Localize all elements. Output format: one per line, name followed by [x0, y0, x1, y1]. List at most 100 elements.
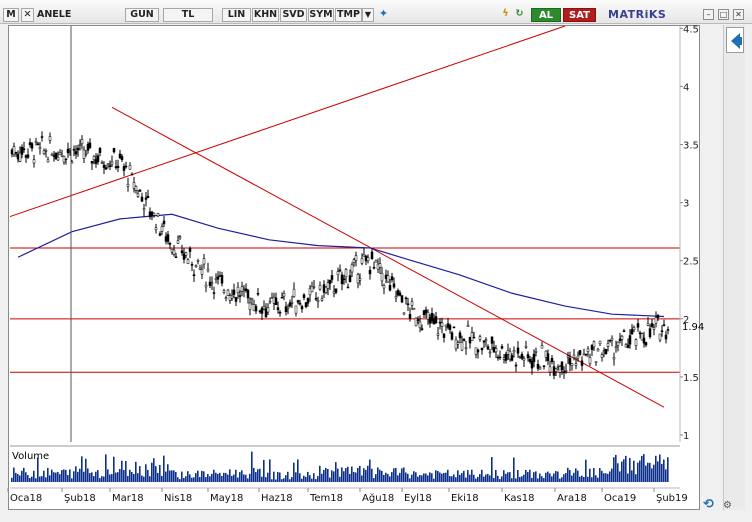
price-chart[interactable]: 11.522.533.544.51.94 Oca18 Şub18 Mar18 Nis1… — [0, 0, 752, 522]
price-candle-body — [644, 342, 648, 346]
volume-bar — [555, 471, 557, 482]
volume-bar — [601, 470, 603, 482]
price-candle-body — [424, 309, 428, 314]
volume-bar — [205, 477, 207, 482]
volume-bar — [417, 476, 419, 482]
price-candle-body — [20, 147, 24, 155]
volume-bar — [557, 471, 559, 482]
price-candle-body — [512, 350, 516, 353]
volume-bar — [405, 472, 407, 482]
volume-bar — [547, 471, 549, 482]
volume-bar — [573, 472, 575, 482]
volume-bar — [517, 470, 519, 482]
volume-bar — [31, 476, 33, 482]
price-candle-body — [252, 304, 256, 312]
price-candle-body — [210, 282, 214, 285]
price-candle-body — [124, 165, 128, 168]
price-candle-body — [64, 158, 68, 160]
volume-bar — [221, 475, 223, 482]
volume-bar — [631, 470, 633, 482]
price-candle-body — [492, 347, 496, 353]
price-candle-body — [654, 317, 658, 324]
settings-icon[interactable]: ⚙ — [723, 500, 735, 512]
price-candle-body — [196, 260, 200, 262]
volume-bar — [495, 470, 497, 482]
price-candle-body — [346, 286, 350, 289]
volume-bar — [395, 467, 397, 482]
x-tick-label: Şub19 — [656, 493, 688, 504]
volume-bar — [193, 477, 195, 482]
volume-bar — [251, 451, 253, 482]
price-candle-body — [138, 189, 142, 192]
price-candle-body — [178, 236, 182, 239]
price-candle-body — [146, 195, 150, 199]
price-candle-body — [118, 153, 122, 159]
volume-bar — [89, 473, 91, 482]
price-candle-body — [164, 236, 168, 242]
volume-bar — [571, 475, 573, 482]
price-candle-body — [236, 286, 240, 293]
price-candle-body — [72, 149, 76, 151]
volume-bar — [63, 469, 65, 482]
chart-scrollbar[interactable] — [723, 25, 745, 510]
volume-bar — [107, 469, 109, 482]
x-tick-label: Mar18 — [112, 493, 144, 504]
price-candle-body — [156, 213, 160, 217]
volume-bar — [311, 478, 313, 482]
sync-icon[interactable]: ⟲ — [703, 497, 719, 513]
volume-bar — [253, 467, 255, 482]
volume-bar — [607, 473, 609, 482]
volume-bar — [613, 457, 615, 482]
volume-bar — [575, 468, 577, 482]
price-candle-body — [242, 289, 246, 291]
volume-bar — [13, 467, 15, 482]
price-candle-body — [580, 360, 584, 366]
price-candle-body — [586, 348, 590, 352]
price-candle-body — [388, 285, 392, 291]
price-candle-body — [254, 306, 258, 312]
volume-bar — [603, 473, 605, 482]
price-candle-body — [418, 321, 422, 328]
volume-bar — [127, 476, 129, 482]
price-candle-body — [666, 329, 670, 331]
price-candle-body — [404, 297, 408, 300]
price-candle-body — [172, 249, 176, 255]
price-candle-body — [316, 300, 320, 302]
price-candle-body — [198, 267, 202, 270]
volume-bar — [291, 477, 293, 482]
price-candle-body — [314, 297, 318, 300]
volume-bar — [609, 471, 611, 482]
price-candle-body — [618, 338, 622, 341]
price-candle-body — [44, 150, 48, 152]
price-candle-body — [582, 353, 586, 356]
volume-bar — [425, 473, 427, 482]
price-candle-body — [536, 363, 540, 369]
volume-bar — [165, 471, 167, 482]
volume-bar — [273, 471, 275, 482]
volume-bar — [481, 469, 483, 482]
volume-bar — [561, 477, 563, 482]
volume-bar — [359, 465, 361, 482]
price-candle-body — [572, 354, 576, 358]
volume-bar — [11, 477, 13, 482]
price-candle-body — [646, 323, 650, 326]
volume-bar — [333, 471, 335, 482]
price-candle-body — [52, 155, 56, 157]
price-candle-body — [350, 264, 354, 273]
volume-bar — [97, 470, 99, 482]
volume-bar — [531, 477, 533, 482]
volume-bar — [149, 476, 151, 482]
price-candle-body — [24, 155, 28, 158]
volume-bar — [281, 479, 283, 482]
volume-bar — [179, 479, 181, 482]
volume-bar — [361, 475, 363, 482]
price-candle-body — [624, 344, 628, 348]
price-candle-body — [444, 324, 448, 328]
price-candle-body — [238, 295, 242, 297]
price-candle-body — [296, 300, 300, 303]
price-candle-body — [466, 324, 470, 327]
scroll-left-button[interactable] — [726, 27, 744, 53]
volume-bar — [289, 479, 291, 482]
volume-bar — [639, 460, 641, 482]
volume-bar — [57, 471, 59, 482]
